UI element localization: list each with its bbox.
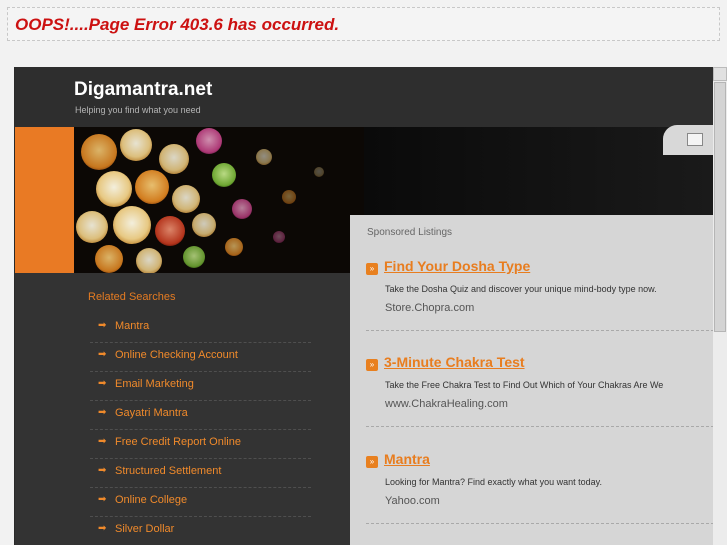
related-item[interactable]: ➡ Structured Settlement <box>90 459 311 488</box>
related-item-label[interactable]: Silver Dollar <box>115 523 174 535</box>
chevron-right-icon: » <box>366 359 378 371</box>
arrow-right-icon: ➡ <box>98 465 107 476</box>
related-item-label[interactable]: Structured Settlement <box>115 465 221 477</box>
arrow-right-icon: ➡ <box>98 494 107 505</box>
related-searches-title: Related Searches <box>88 291 176 303</box>
scrollbar-thumb[interactable] <box>714 82 726 332</box>
site-title[interactable]: Digamantra.net <box>74 79 212 101</box>
ad-description: Looking for Mantra? Find exactly what yo… <box>385 477 602 487</box>
ad-divider <box>366 523 713 524</box>
search-tab[interactable] <box>663 125 713 155</box>
related-item-label[interactable]: Gayatri Mantra <box>115 407 188 419</box>
arrow-right-icon: ➡ <box>98 320 107 331</box>
related-item[interactable]: ➡ Mantra <box>90 314 311 343</box>
related-searches-panel: Related Searches ➡ Mantra ➡ Online Checkin… <box>15 273 350 545</box>
search-icon[interactable] <box>687 133 703 146</box>
arrow-right-icon: ➡ <box>98 349 107 360</box>
site-header: Digamantra.net Helping you find what you… <box>15 67 713 127</box>
ad-listing: » Mantra Looking for Mantra? Find exactl… <box>366 451 713 545</box>
related-item-label[interactable]: Free Credit Report Online <box>115 436 241 448</box>
arrow-right-icon: ➡ <box>98 378 107 389</box>
site-tagline: Helping you find what you need <box>75 105 201 115</box>
ad-url-link[interactable]: www.ChakraHealing.com <box>385 398 508 410</box>
related-item[interactable]: ➡ Free Credit Report Online <box>90 430 311 459</box>
ad-url-link[interactable]: Store.Chopra.com <box>385 302 474 314</box>
ad-divider <box>366 330 713 331</box>
ad-headline-link[interactable]: Find Your Dosha Type <box>384 258 530 274</box>
related-item-label[interactable]: Online Checking Account <box>115 349 238 361</box>
ad-listing: » 3-Minute Chakra Test Take the Free Cha… <box>366 354 713 450</box>
related-item[interactable]: ➡ Email Marketing <box>90 372 311 401</box>
error-banner: OOPS!....Page Error 403.6 has occurred. <box>7 7 720 41</box>
page-frame: Digamantra.net Helping you find what you… <box>14 67 713 545</box>
chevron-right-icon: » <box>366 263 378 275</box>
arrow-right-icon: ➡ <box>98 407 107 418</box>
scroll-up-arrow-icon[interactable] <box>713 67 727 81</box>
ad-description: Take the Free Chakra Test to Find Out Wh… <box>385 380 664 390</box>
chevron-right-icon: » <box>366 456 378 468</box>
related-item-label[interactable]: Online College <box>115 494 187 506</box>
arrow-right-icon: ➡ <box>98 523 107 534</box>
related-item[interactable]: ➡ Silver Dollar <box>90 517 311 545</box>
bokeh-lights-image <box>74 127 364 273</box>
related-item[interactable]: ➡ Online Checking Account <box>90 343 311 372</box>
sponsored-listings-panel: Sponsored Listings » Find Your Dosha Typ… <box>350 215 713 545</box>
ad-url-link[interactable]: Yahoo.com <box>385 495 440 507</box>
accent-strip <box>15 127 74 273</box>
ad-divider <box>366 426 713 427</box>
related-item[interactable]: ➡ Online College <box>90 488 311 517</box>
sponsored-listings-title: Sponsored Listings <box>367 227 453 238</box>
ad-headline-link[interactable]: 3-Minute Chakra Test <box>384 354 525 370</box>
error-message: OOPS!....Page Error 403.6 has occurred. <box>15 15 340 34</box>
related-item-label[interactable]: Mantra <box>115 320 149 332</box>
related-searches-list: ➡ Mantra ➡ Online Checking Account ➡ Email … <box>90 314 311 545</box>
related-item-label[interactable]: Email Marketing <box>115 378 194 390</box>
arrow-right-icon: ➡ <box>98 436 107 447</box>
ad-listing: » Find Your Dosha Type Take the Dosha Qu… <box>366 258 713 354</box>
related-item[interactable]: ➡ Gayatri Mantra <box>90 401 311 430</box>
ad-headline-link[interactable]: Mantra <box>384 451 430 467</box>
ad-description: Take the Dosha Quiz and discover your un… <box>385 284 657 294</box>
